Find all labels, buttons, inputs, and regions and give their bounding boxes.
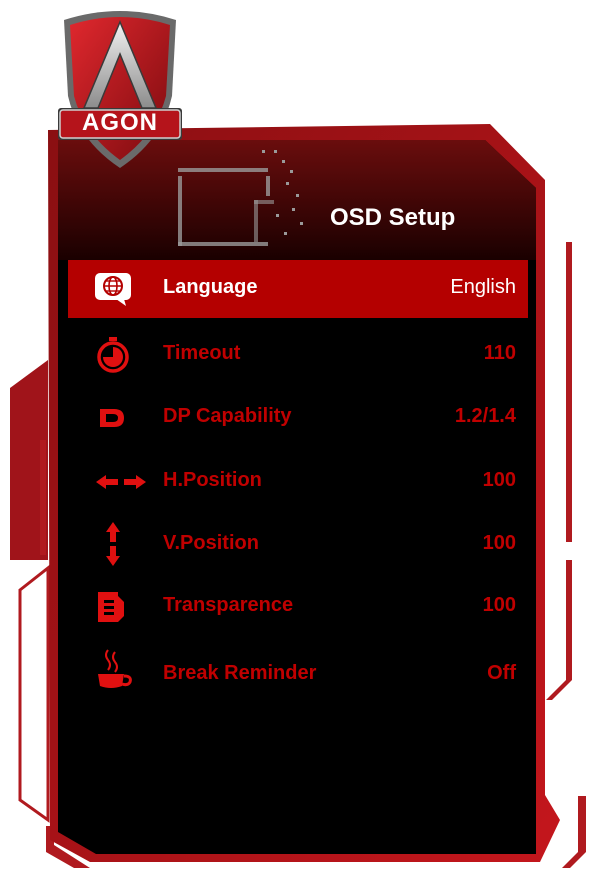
menu-item-label: H.Position (163, 469, 262, 491)
displayport-icon (94, 399, 132, 437)
horizontal-arrows-icon (94, 463, 148, 501)
menu-item-value: 110 (483, 342, 516, 364)
page-title: OSD Setup (330, 204, 456, 231)
menu-item-transparence[interactable]: Transparence 100 (68, 578, 528, 636)
menu-item-label: Language (163, 276, 258, 298)
menu-item-timeout[interactable]: Timeout 110 (68, 326, 528, 384)
menu-item-value: Off (487, 662, 516, 684)
vertical-arrows-icon (94, 520, 132, 568)
agon-logo: AGON (50, 0, 190, 175)
menu-item-value: 1.2/1.4 (454, 405, 516, 427)
coffee-cup-icon (94, 648, 132, 692)
stopwatch-icon (94, 336, 132, 374)
menu-item-value: 100 (482, 594, 516, 616)
menu-item-label: V.Position (163, 532, 259, 554)
menu-item-v-position[interactable]: V.Position 100 (68, 516, 528, 574)
menu-item-h-position[interactable]: H.Position 100 (68, 453, 528, 511)
menu-item-break-reminder[interactable]: Break Reminder Off (68, 646, 528, 704)
menu-item-label: Transparence (163, 594, 294, 616)
menu-item-label: Break Reminder (163, 662, 317, 684)
menu-item-language[interactable]: Language English (68, 260, 528, 318)
agon-shield-icon (58, 11, 182, 168)
menu-item-value: 100 (482, 469, 516, 491)
transparence-icon (94, 588, 132, 626)
menu-item-label: Timeout (163, 342, 241, 364)
menu-item-value: English (450, 276, 516, 298)
menu-item-dp-capability[interactable]: DP Capability 1.2/1.4 (68, 389, 528, 447)
menu-item-label: DP Capability (163, 405, 292, 427)
agon-logo-text: AGON (82, 109, 158, 136)
globe-chat-icon (94, 270, 132, 308)
menu-item-value: 100 (482, 532, 516, 554)
